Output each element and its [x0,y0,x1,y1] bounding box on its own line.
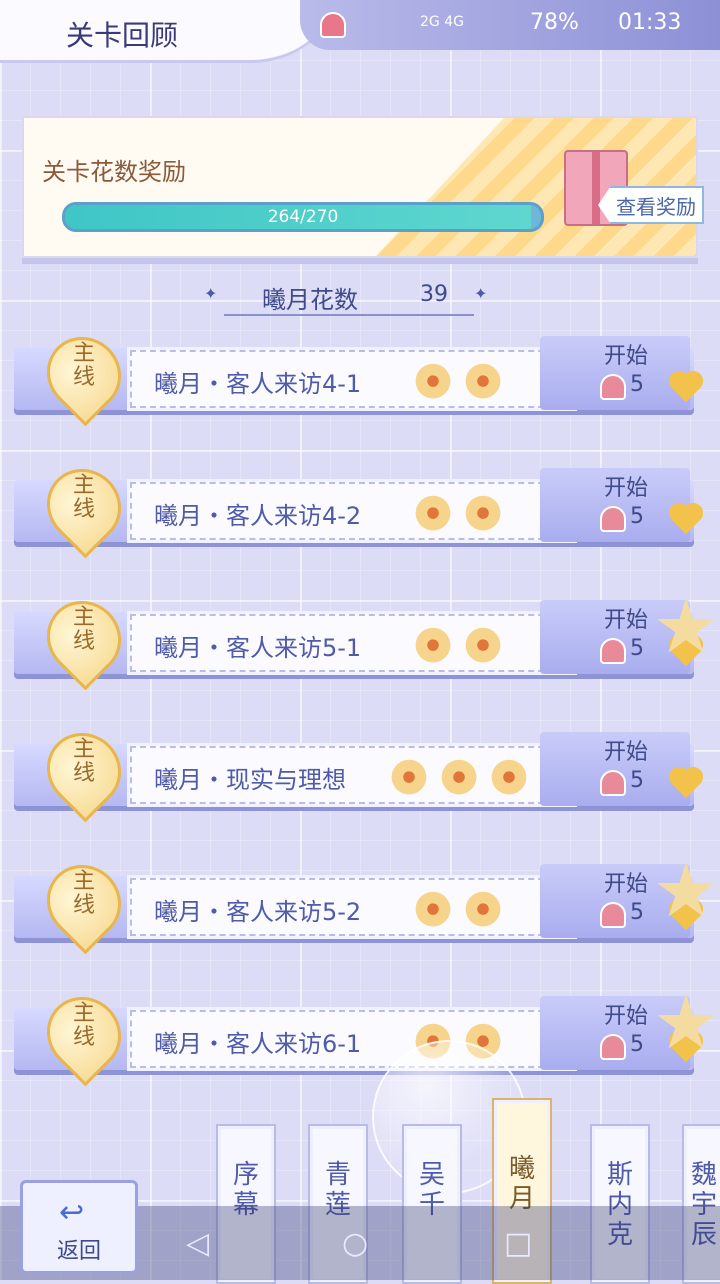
stamina-cost: 5 [630,900,644,925]
stamina-cost: 5 [630,1032,644,1057]
start-button-label: 开始 [604,476,649,501]
cake-icon [320,12,346,38]
level-name-box[interactable]: 曦月・客人来访5-1 [127,611,577,675]
level-badge-text: 主 线 [72,737,95,786]
level-name: 曦月・客人来访4-2 [154,502,362,530]
chapter-tab-label: 曦 月 [508,1154,535,1214]
level-name-box[interactable]: 曦月・客人来访4-2 [127,479,577,543]
cake-cost-icon [600,770,626,796]
flower-icon [438,754,480,796]
sparkle-icon: ✦ [204,284,218,303]
flower-icon [412,622,454,664]
reward-title: 关卡花数奖励 [42,158,186,186]
flower-icon [488,754,530,796]
flower-count-underline [224,314,474,316]
flower-count-label: 曦月花数 [262,286,358,314]
flower-icon [412,886,454,928]
flower-icon [462,886,504,928]
battery-percent: 78% [530,10,579,35]
view-reward-button[interactable]: 查看奖励 [598,186,704,224]
cake-cost-icon [600,374,626,400]
flower-icon [462,490,504,532]
level-name-box[interactable]: 曦月・现实与理想 [127,743,577,807]
header: 关卡回顾 2G 4G 78% 01:33 [0,0,720,60]
cake-cost-icon [600,902,626,928]
stamina-cost: 5 [630,636,644,661]
page-title: 关卡回顾 [66,19,179,52]
level-name: 曦月・客人来访6-1 [154,1030,362,1058]
level-name-box[interactable]: 曦月・客人来访5-2 [127,875,577,939]
flower-icon [462,358,504,400]
level-name-box[interactable]: 曦月・客人来访4-1 [127,347,577,411]
flower-count-row: ✦ 曦月花数 39 ✦ [204,280,490,316]
level-card[interactable]: 主 线 曦月・现实与理想 开始 5 [0,717,720,828]
level-name: 曦月・现实与理想 [154,766,346,794]
level-name: 曦月・客人来访4-1 [154,370,362,398]
level-card[interactable]: 主 线 曦月・客人来访5-1 开始 5 [0,585,720,696]
level-badge-text: 主 线 [72,341,95,390]
level-name-box[interactable]: 曦月・客人来访6-1 [127,1007,577,1071]
stamina-cost: 5 [630,504,644,529]
level-badge-text: 主 线 [72,1001,95,1050]
level-card[interactable]: 主 线 曦月・客人来访6-1 开始 5 [0,981,720,1092]
triangle-back-icon[interactable]: ◁ [186,1226,209,1261]
back-button[interactable]: ↩ 返回 [20,1180,138,1274]
sparkle-icon: ✦ [474,284,488,303]
stamina-cost: 5 [630,768,644,793]
level-badge-text: 主 线 [72,605,95,654]
flower-count-value: 39 [420,282,448,307]
reward-progress-bar: 264/270 [62,202,544,232]
level-card[interactable]: 主 线 曦月・客人来访4-2 开始 5 [0,453,720,564]
start-button-label: 开始 [604,344,649,369]
start-button-label: 开始 [604,740,649,765]
start-button-label: 开始 [604,872,649,897]
level-name: 曦月・客人来访5-1 [154,634,362,662]
stamina-cost: 5 [630,372,644,397]
level-name: 曦月・客人来访5-2 [154,898,362,926]
square-recent-icon[interactable]: □ [504,1226,532,1261]
status-bar: 2G 4G 78% 01:33 [300,0,720,50]
flower-icon [462,622,504,664]
back-arrow-icon: ↩ [59,1195,85,1230]
level-card[interactable]: 主 线 曦月・客人来访5-2 开始 5 [0,849,720,960]
start-button-label: 开始 [604,608,649,633]
flower-reward-panel: 关卡花数奖励 264/270 查看奖励 [22,116,704,258]
flower-icon [412,490,454,532]
level-badge-text: 主 线 [72,473,95,522]
level-badge-text: 主 线 [72,869,95,918]
flower-icon [412,358,454,400]
flower-icon [388,754,430,796]
network-indicator: 2G 4G [420,14,464,30]
reward-progress-text: 264/270 [267,207,339,227]
clock: 01:33 [618,10,682,35]
cake-cost-icon [600,1034,626,1060]
back-button-label: 返回 [56,1239,101,1264]
level-card[interactable]: 主 线 曦月・客人来访4-1 开始 5 [0,321,720,432]
cake-cost-icon [600,506,626,532]
cake-cost-icon [600,638,626,664]
start-button-label: 开始 [604,1004,649,1029]
circle-home-icon[interactable]: ○ [342,1226,368,1261]
